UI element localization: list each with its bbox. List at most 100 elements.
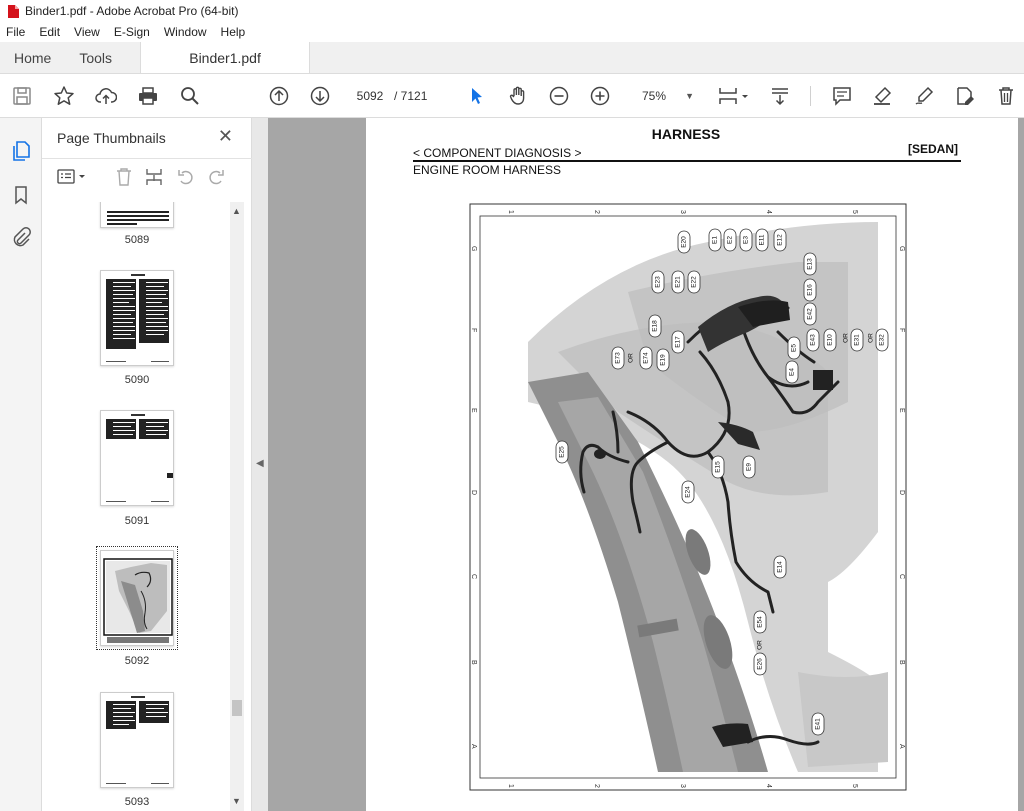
extract-pages-icon[interactable] [144, 167, 164, 187]
search-icon[interactable] [178, 84, 202, 108]
connector-label: E54 [757, 616, 764, 628]
scroll-mode-icon[interactable] [768, 84, 792, 108]
tab-document[interactable]: Binder1.pdf [140, 42, 311, 73]
save-icon[interactable] [10, 84, 34, 108]
connector-callout: E19 [656, 348, 670, 372]
grid-col-label: 1 [507, 784, 514, 788]
grid-row-label: G [470, 246, 477, 251]
menu-edit[interactable]: Edit [39, 25, 60, 39]
page-total: / 7121 [394, 89, 428, 103]
chevron-up-icon[interactable]: ▲ [232, 206, 241, 216]
connector-callout: E14 [773, 555, 787, 579]
close-icon[interactable]: ✕ [218, 126, 233, 147]
grid-row-label: D [470, 490, 477, 495]
sign-pen-icon[interactable] [912, 84, 936, 108]
connector-callout: E2 [723, 228, 737, 252]
connector-callout: E43 [806, 328, 820, 352]
thumbnail-label: 5089 [124, 234, 150, 246]
connector-callout: E13 [803, 252, 817, 276]
thumbnail-label: 5090 [124, 374, 150, 386]
thumbnail-label: 5092 [124, 655, 150, 667]
connector-callout: E73 [611, 346, 625, 370]
thumbnail-page[interactable] [100, 270, 174, 366]
acrobat-logo-icon [8, 4, 19, 18]
menu-window[interactable]: Window [164, 25, 207, 39]
print-icon[interactable] [136, 84, 160, 108]
connector-label: E26 [757, 658, 764, 670]
connector-callout: E16 [803, 278, 817, 302]
zoom-out-icon[interactable] [547, 84, 571, 108]
page-number-input[interactable]: 5092 [350, 86, 390, 106]
connector-label: E9 [746, 463, 753, 471]
next-page-icon[interactable] [308, 84, 332, 108]
grid-row-label: D [898, 490, 905, 495]
connector-or-label: OR [628, 353, 635, 363]
tab-tools[interactable]: Tools [65, 42, 126, 73]
connector-callout: E54 [753, 610, 767, 634]
connector-label: E42 [807, 308, 814, 320]
document-viewer[interactable]: HARNESS < COMPONENT DIAGNOSIS > [SEDAN] … [268, 118, 1024, 811]
delete-pages-icon[interactable] [114, 167, 134, 187]
cloud-upload-icon[interactable] [94, 84, 118, 108]
title-bar: Binder1.pdf - Adobe Acrobat Pro (64-bit) [0, 0, 1024, 22]
rotate-left-icon[interactable] [176, 167, 196, 187]
hand-tool-icon[interactable] [506, 84, 530, 108]
thumbnail-page[interactable] [100, 692, 174, 788]
highlight-icon[interactable] [870, 84, 894, 108]
thumbnail-page[interactable] [100, 202, 174, 228]
connector-callout: E12 [773, 228, 787, 252]
connector-label: E14 [777, 561, 784, 573]
connector-label: E10 [827, 334, 834, 346]
grid-row-label: B [470, 660, 477, 665]
thumbnails-panel: Page Thumbnails ✕ 5089 5090 5091 5092 50… [42, 118, 252, 811]
select-cursor-icon[interactable] [465, 84, 489, 108]
zoom-in-icon[interactable] [588, 84, 612, 108]
comment-icon[interactable] [830, 84, 854, 108]
connector-callout: E22 [687, 270, 701, 294]
toolbar: 5092 / 7121 75% ▼ [0, 74, 1024, 118]
connector-callout: E41 [811, 712, 825, 736]
attachment-icon[interactable] [10, 226, 32, 248]
grid-col-label: 4 [765, 784, 772, 788]
thumbnail-label: 5091 [124, 515, 150, 527]
connector-label: E19 [660, 354, 667, 366]
page-thumbnails-icon[interactable] [10, 140, 32, 162]
edit-pdf-icon[interactable] [953, 84, 977, 108]
options-menu-icon[interactable] [56, 167, 88, 187]
menu-help[interactable]: Help [221, 25, 246, 39]
tab-home[interactable]: Home [0, 42, 65, 73]
page-display-chevron-icon[interactable] [740, 84, 750, 108]
grid-col-label: 3 [679, 784, 686, 788]
thumbnail-page[interactable] [100, 410, 174, 506]
menu-view[interactable]: View [74, 25, 100, 39]
thumbnail-scrollbar[interactable]: ▲ ▼ [230, 202, 244, 811]
menu-file[interactable]: File [6, 25, 25, 39]
chevron-down-icon[interactable]: ▼ [232, 796, 241, 806]
connector-label: E24 [685, 486, 692, 498]
page-display-icon[interactable] [716, 84, 740, 108]
connector-label: E32 [879, 334, 886, 346]
bookmark-icon[interactable] [10, 184, 32, 206]
harness-diagram: 1 1 2 2 3 3 4 4 5 5 G G F F E E D D C C B B A A E20 E1 E2 E3 E11 E12… [469, 203, 907, 791]
connector-label: E2 [727, 236, 734, 244]
window-title: Binder1.pdf - Adobe Acrobat Pro (64-bit) [25, 4, 239, 18]
panel-collapse-strip[interactable]: ◀ [252, 118, 268, 811]
thumbnail-page-selected[interactable] [96, 546, 178, 650]
chevron-left-icon[interactable]: ◀ [256, 458, 264, 469]
connector-callout: E21 [671, 270, 685, 294]
grid-row-label: A [898, 744, 905, 749]
zoom-select[interactable]: 75% ▼ [630, 86, 700, 106]
scrollbar-thumb[interactable] [232, 700, 242, 716]
delete-icon[interactable] [994, 84, 1018, 108]
connector-label: E1 [712, 236, 719, 244]
connector-label: E16 [807, 284, 814, 296]
prev-page-icon[interactable] [267, 84, 291, 108]
rotate-right-icon[interactable] [206, 167, 226, 187]
grid-col-label: 1 [507, 210, 514, 214]
chevron-down-icon: ▼ [685, 91, 694, 101]
star-icon[interactable] [52, 84, 76, 108]
menu-esign[interactable]: E-Sign [114, 25, 150, 39]
connector-label: OR [843, 333, 850, 343]
grid-row-label: E [470, 408, 477, 413]
toolbar-divider [810, 86, 811, 106]
